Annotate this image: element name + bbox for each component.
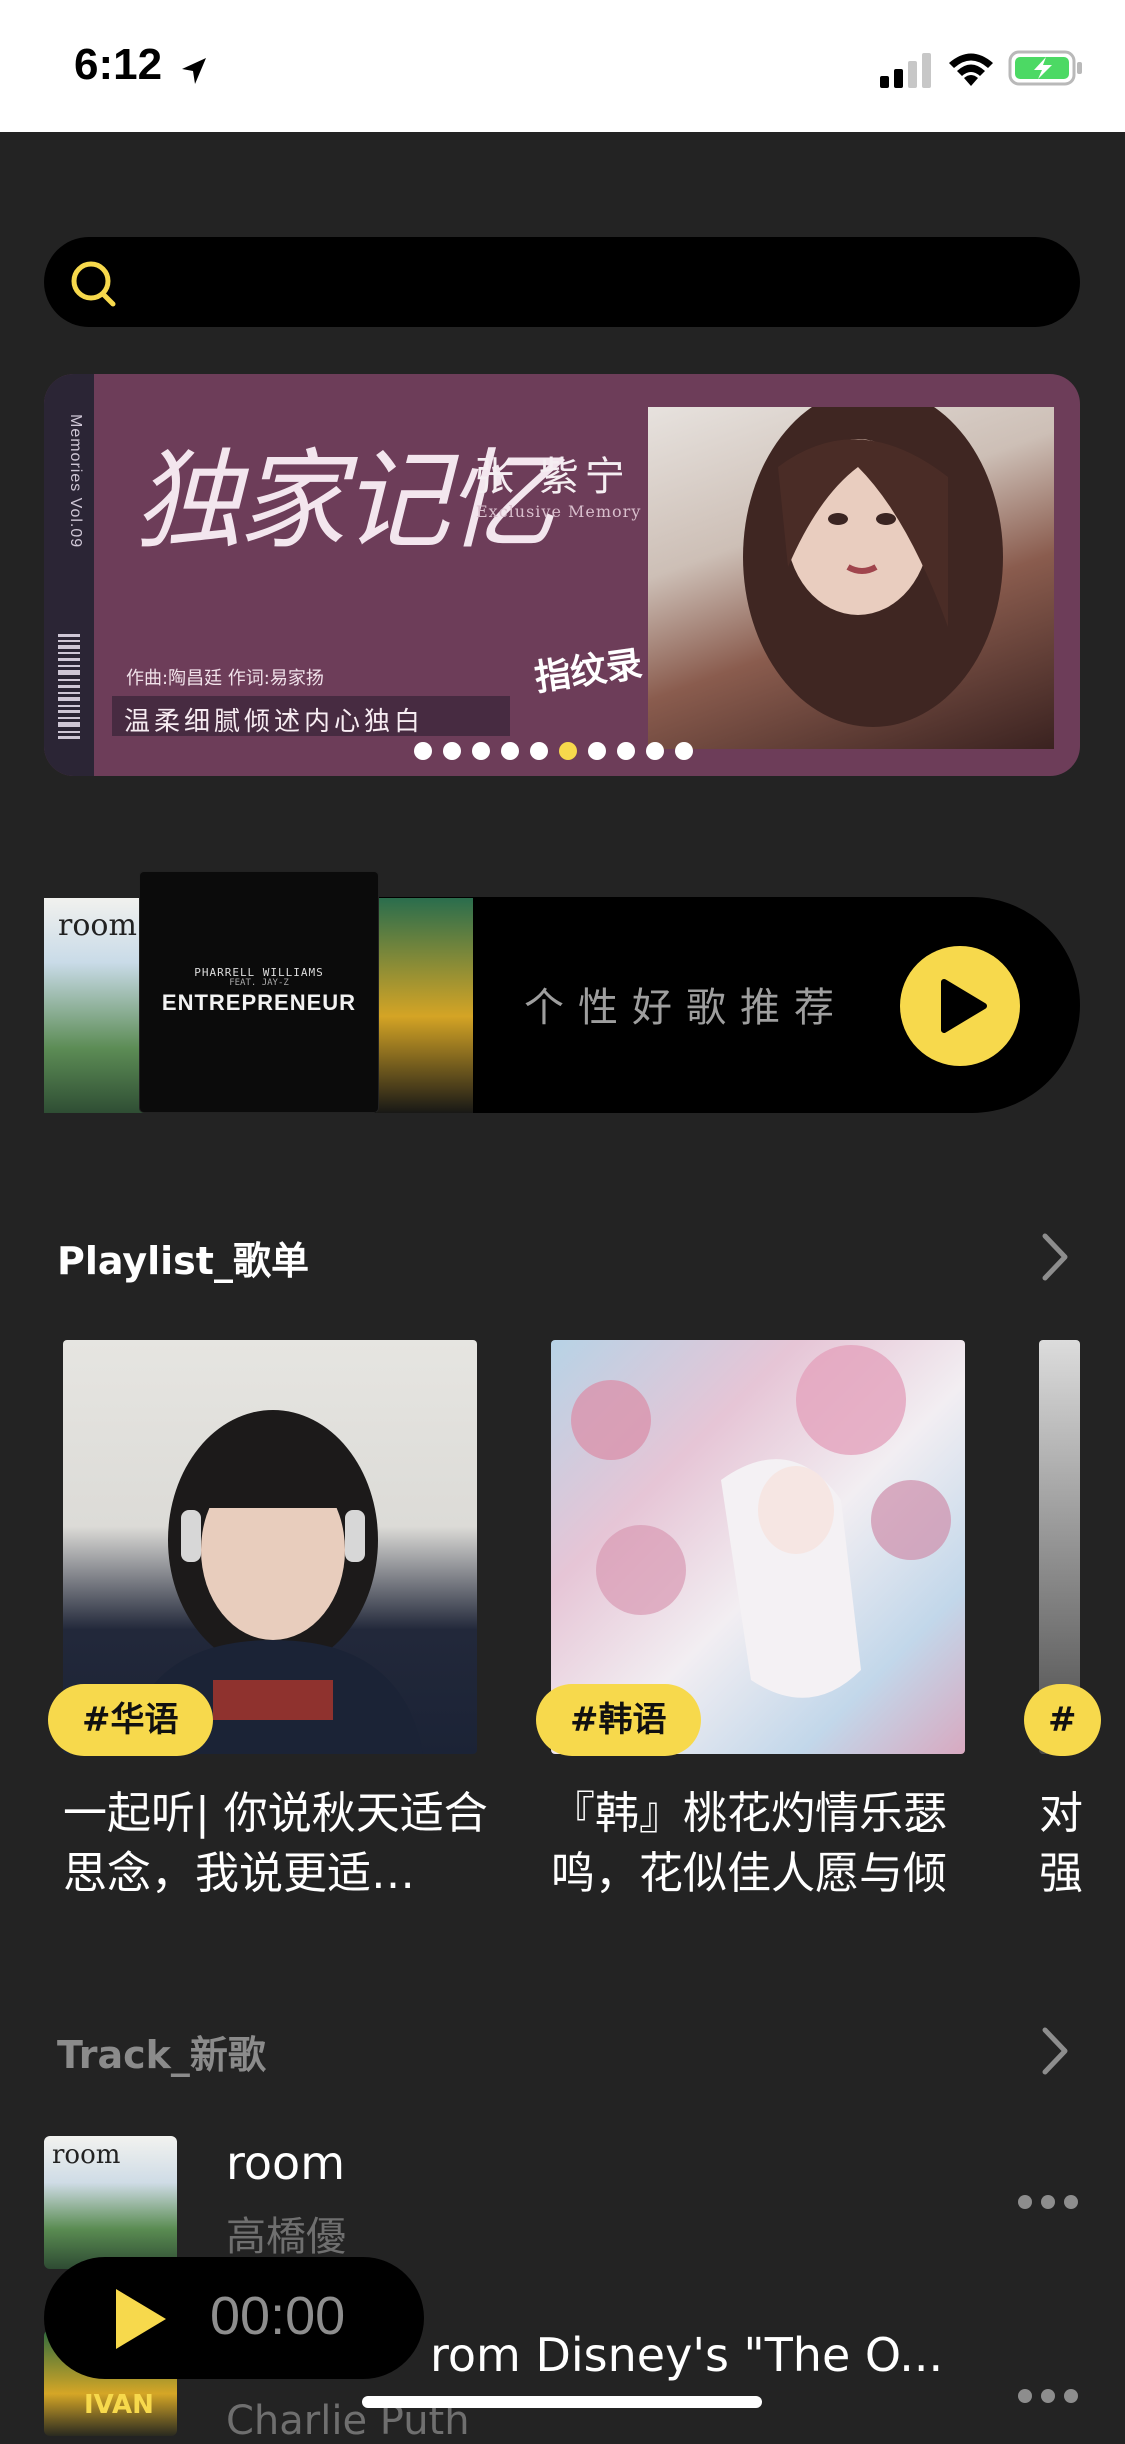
banner-credits: 作曲:陶昌廷 作词:易家扬 bbox=[126, 668, 324, 689]
track-more-chevron-icon[interactable] bbox=[1040, 2026, 1070, 2076]
playlist-tag-2: #韩语 bbox=[536, 1684, 701, 1756]
location-arrow-icon bbox=[182, 58, 206, 84]
banner-page-dot[interactable] bbox=[675, 742, 693, 760]
track-thumbnail-1-text: room bbox=[52, 2140, 121, 2170]
mini-player[interactable]: 00:00 bbox=[44, 2257, 424, 2379]
status-bar: 6:12 bbox=[0, 0, 1125, 132]
playlist-card-title-1[interactable]: 一起听| 你说秋天适合思念，我说更适… bbox=[63, 1784, 503, 1904]
recommend-cover-room-title: room bbox=[58, 908, 137, 943]
battery-charging-icon bbox=[1008, 50, 1082, 86]
track-title-2[interactable]: rom Disney's "The O... bbox=[430, 2328, 943, 2382]
banner-page-dot[interactable] bbox=[501, 742, 519, 760]
search-icon bbox=[71, 261, 116, 307]
playlist-tag-1: #华语 bbox=[48, 1684, 213, 1756]
barcode-icon bbox=[58, 634, 80, 739]
banner-page-indicator[interactable] bbox=[414, 742, 693, 762]
status-time: 6:12 bbox=[74, 40, 163, 89]
banner-tagline: 温柔细腻倾述内心独白 bbox=[124, 707, 425, 737]
track-thumbnail-1[interactable]: room bbox=[44, 2136, 177, 2269]
track-thumbnail-2-text: IVAN bbox=[84, 2390, 154, 2420]
banner-page-dot[interactable] bbox=[646, 742, 664, 760]
cover-feature-line: FEAT. JAY-Z bbox=[229, 978, 289, 988]
track-artist-1: 高橋優 bbox=[226, 2214, 346, 2260]
track-title-1[interactable]: room bbox=[226, 2136, 345, 2190]
banner-carousel[interactable]: Memories Vol.09 独家记忆 张 紫宁 Exclusive Memo… bbox=[44, 374, 1080, 776]
cover-title-line: ENTREPRENEUR bbox=[161, 990, 357, 1015]
mini-play-icon[interactable] bbox=[112, 2287, 168, 2351]
banner-page-dot[interactable] bbox=[443, 742, 461, 760]
track-section-title: Track_新歌 bbox=[57, 2033, 266, 2077]
portrait-image bbox=[743, 387, 1003, 727]
banner-page-dot[interactable] bbox=[530, 742, 548, 760]
search-input[interactable] bbox=[144, 257, 1048, 309]
banner-side-text: Memories Vol.09 bbox=[67, 414, 84, 549]
wifi-icon bbox=[949, 53, 993, 86]
recommend-cover-third bbox=[376, 898, 473, 1113]
cellular-signal-icon bbox=[880, 53, 931, 88]
playlist-section-title: Playlist_歌单 bbox=[57, 1239, 309, 1283]
recommend-cover-entrepreneur: PHARRELL WILLIAMS FEAT. JAY-Z ENTREPRENE… bbox=[140, 872, 378, 1112]
banner-side-strip: Memories Vol.09 bbox=[44, 374, 94, 776]
search-bar[interactable] bbox=[44, 237, 1080, 327]
playlist-card-title-3[interactable]: 对强 bbox=[1039, 1784, 1083, 1904]
banner-page-dot[interactable] bbox=[414, 742, 432, 760]
recommend-play-button[interactable] bbox=[900, 946, 1020, 1066]
mini-player-time: 00:00 bbox=[210, 2286, 346, 2346]
banner-page-dot[interactable] bbox=[559, 742, 577, 760]
playlist-tag-3: # bbox=[1024, 1684, 1101, 1756]
track-2-more-icon[interactable] bbox=[1018, 2389, 1078, 2403]
banner-artist-photo bbox=[648, 387, 1054, 749]
banner-stamp: 指纹录 bbox=[532, 642, 645, 700]
banner-page-dot[interactable] bbox=[588, 742, 606, 760]
banner-subtitle: Exclusive Memory bbox=[476, 502, 642, 521]
playlist-card-title-2[interactable]: 『韩』桃花灼情乐瑟鸣，花似佳人愿与倾 bbox=[551, 1784, 991, 1904]
home-indicator[interactable] bbox=[362, 2396, 762, 2408]
banner-artist: 张 紫宁 bbox=[474, 454, 631, 500]
recommendation-label: 个性好歌推荐 bbox=[524, 985, 848, 1031]
track-1-more-icon[interactable] bbox=[1018, 2195, 1078, 2209]
play-icon bbox=[941, 979, 987, 1033]
banner-page-dot[interactable] bbox=[472, 742, 490, 760]
playlist-more-chevron-icon[interactable] bbox=[1040, 1232, 1070, 1282]
banner-page-dot[interactable] bbox=[617, 742, 635, 760]
